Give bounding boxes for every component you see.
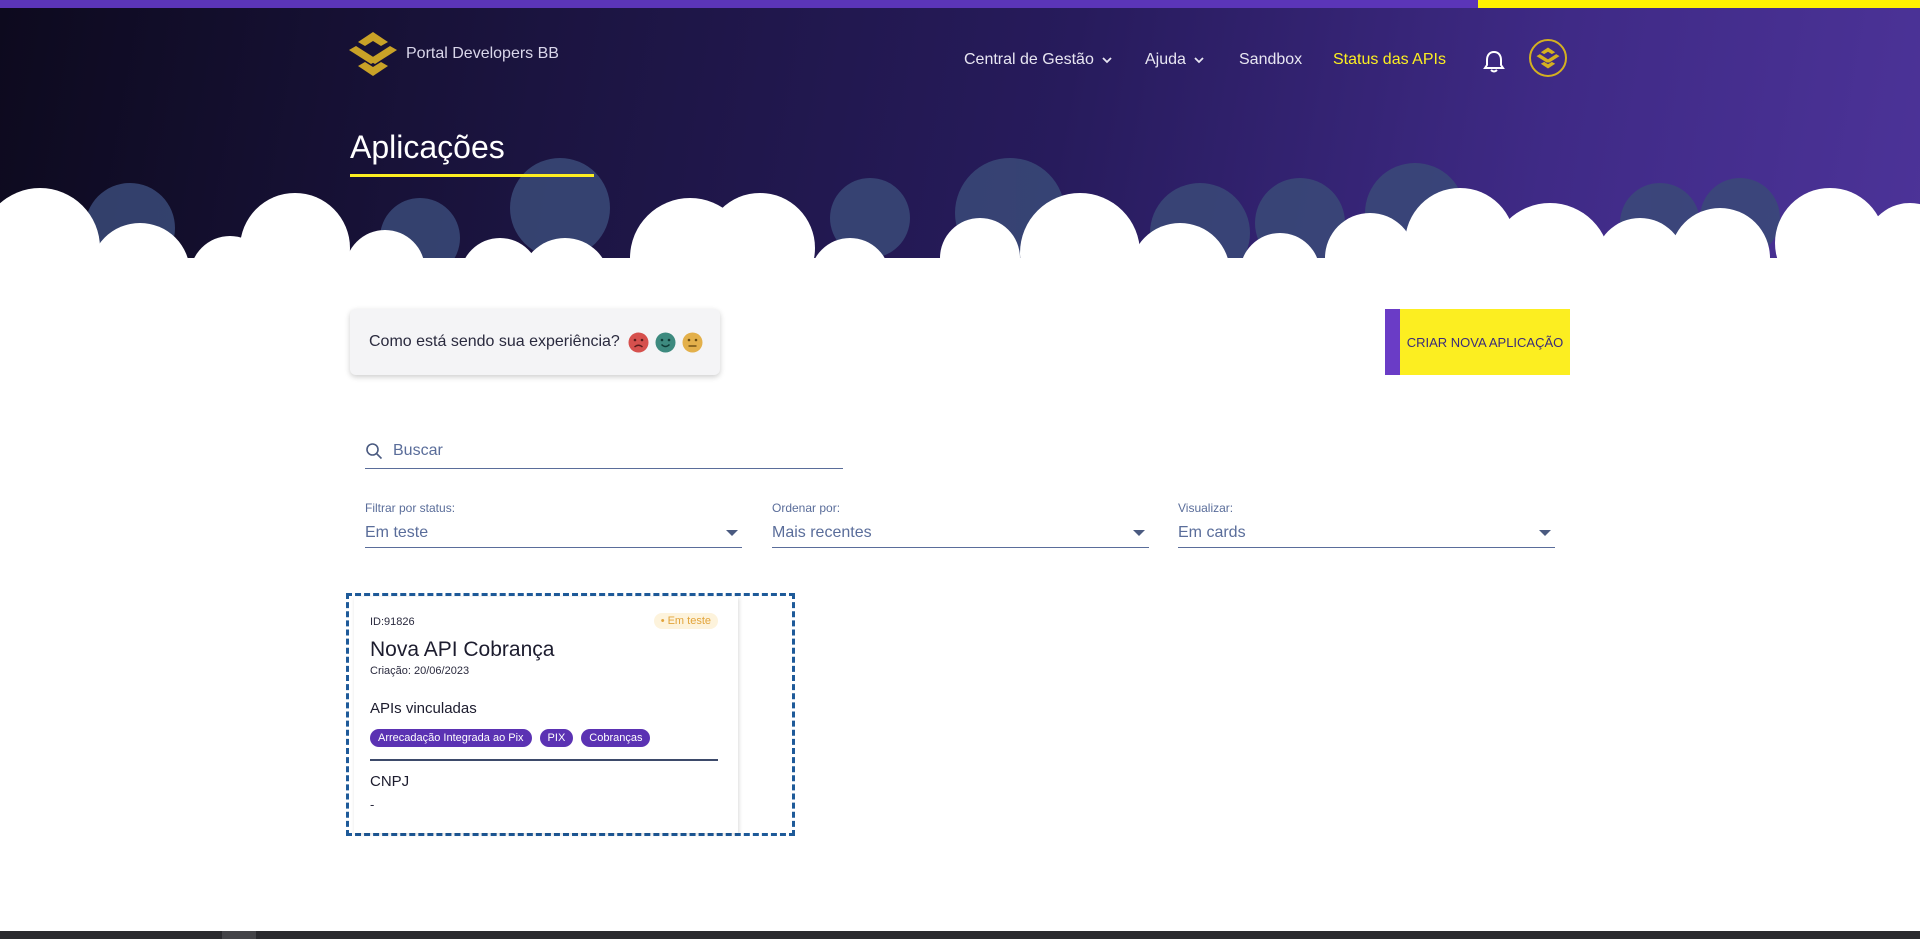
top-accent-yellow <box>1478 0 1920 8</box>
nav-status-das-apis[interactable]: Status das APIs <box>1333 51 1446 69</box>
api-tag: Arrecadação Integrada ao Pix <box>370 729 532 747</box>
nav-label: Ajuda <box>1145 51 1186 68</box>
search-field <box>365 434 843 469</box>
filter-label: Filtrar por status: <box>365 501 456 515</box>
search-input[interactable] <box>393 442 833 460</box>
api-tag: PIX <box>539 729 574 747</box>
filter-status: Filtrar por status: Em teste <box>365 501 742 548</box>
neutral-face-icon[interactable] <box>682 332 703 353</box>
portal-logo[interactable]: Portal Developers BB <box>348 30 559 78</box>
user-avatar[interactable] <box>1529 39 1567 77</box>
nav-sandbox[interactable]: Sandbox <box>1239 51 1302 69</box>
search-icon <box>366 443 383 460</box>
scrollbar-thumb[interactable] <box>222 931 256 939</box>
page-title-underline <box>350 174 594 177</box>
creation-date: Criação: 20/06/2023 <box>370 665 470 677</box>
feedback-box: Como está sendo sua experiência? <box>350 309 720 375</box>
filter-status-select[interactable]: Em teste <box>365 519 742 548</box>
feedback-question: Como está sendo sua experiência? <box>369 333 620 350</box>
card-divider <box>370 759 718 761</box>
filter-order-select[interactable]: Mais recentes <box>772 519 1149 548</box>
application-id: ID:91826 <box>370 616 415 628</box>
bottom-scrollbar[interactable] <box>0 931 1920 939</box>
cnpj-title: CNPJ <box>370 773 410 790</box>
happy-face-icon[interactable] <box>655 332 676 353</box>
nav-ajuda[interactable]: Ajuda <box>1145 51 1206 69</box>
filter-order: Ordenar por: Mais recentes <box>772 501 1149 548</box>
application-name: Nova API Cobrança <box>370 638 555 661</box>
chevron-down-icon <box>1102 57 1112 64</box>
filter-value: Em cards <box>1178 524 1246 541</box>
top-accent-bar <box>0 0 1920 8</box>
nav-central-de-gestao[interactable]: Central de Gestão <box>964 51 1114 69</box>
dropdown-caret-icon <box>1539 530 1551 536</box>
create-button-label: CRIAR NOVA APLICAÇÃO <box>1406 334 1564 350</box>
cnpj-value: - <box>370 797 375 812</box>
filter-view-select[interactable]: Em cards <box>1178 519 1555 548</box>
nav-label: Sandbox <box>1239 51 1303 68</box>
header-hero: Portal Developers BB Central de Gestão A… <box>0 8 1920 270</box>
filter-label: Visualizar: <box>1178 501 1234 515</box>
nav-label: Status das APIs <box>1333 51 1446 68</box>
notifications-bell-icon[interactable] <box>1480 48 1508 76</box>
filter-label: Ordenar por: <box>772 501 841 515</box>
dropdown-caret-icon <box>1133 530 1145 536</box>
application-card[interactable]: ID:91826 • Em teste Nova API Cobrança Cr… <box>354 597 738 833</box>
clouds-decoration <box>0 158 1920 270</box>
logo-text: Portal Developers BB <box>406 45 559 62</box>
page-title: Aplicações <box>350 129 505 165</box>
linked-apis-title: APIs vinculadas <box>370 700 477 717</box>
filter-value: Mais recentes <box>772 524 872 541</box>
nav-label: Central de Gestão <box>964 51 1094 68</box>
status-badge: • Em teste <box>653 613 718 629</box>
filter-value: Em teste <box>365 524 429 541</box>
filter-view: Visualizar: Em cards <box>1178 501 1555 548</box>
create-new-application-button[interactable]: CRIAR NOVA APLICAÇÃO <box>1385 309 1570 375</box>
dropdown-caret-icon <box>726 530 738 536</box>
bb-logo-icon <box>349 32 397 76</box>
bb-logo-icon <box>1536 47 1560 69</box>
button-accent-stripe <box>1385 309 1400 375</box>
api-tag: Cobranças <box>581 729 651 747</box>
chevron-down-icon <box>1194 57 1204 64</box>
linked-apis-tags: Arrecadação Integrada ao Pix PIX Cobranç… <box>370 729 651 747</box>
sad-face-icon[interactable] <box>628 332 649 353</box>
